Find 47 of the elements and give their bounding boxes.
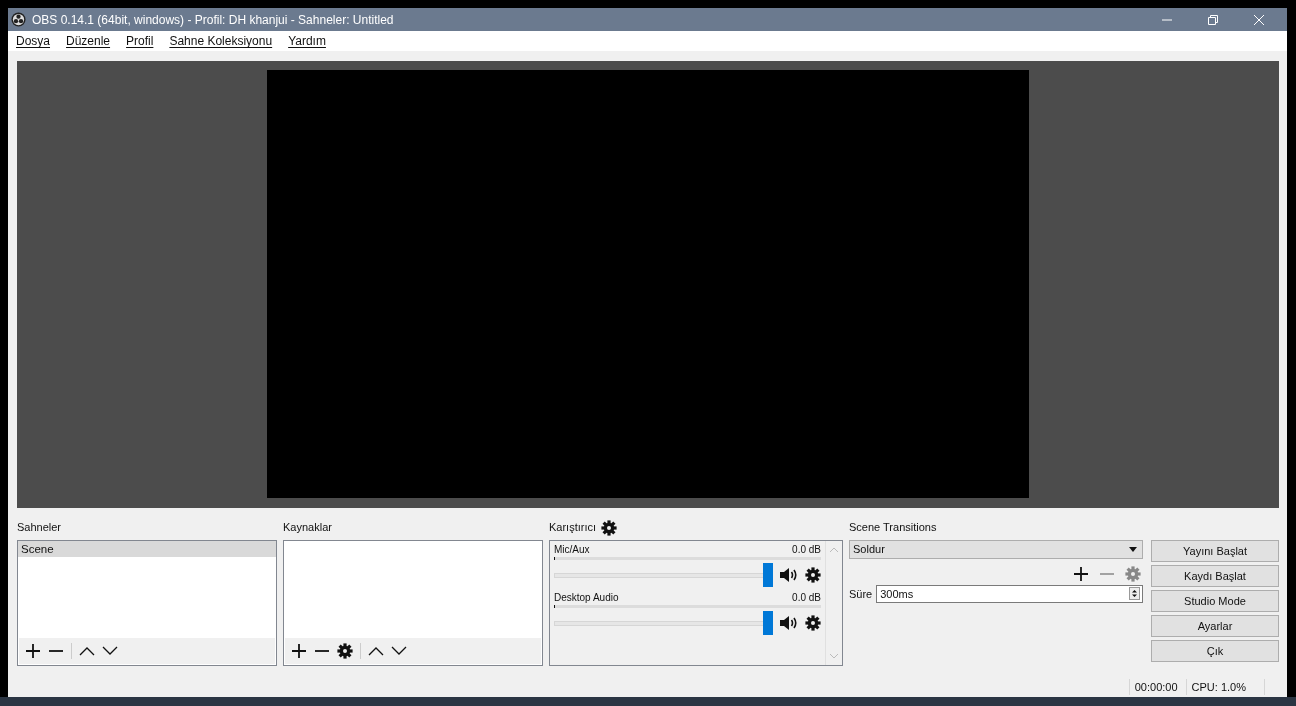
control-button[interactable]: Yayını Başlat bbox=[1151, 539, 1279, 562]
menu-item[interactable]: Düzenle bbox=[66, 34, 111, 48]
speaker-icon[interactable] bbox=[780, 566, 798, 583]
speaker-icon[interactable] bbox=[780, 614, 798, 631]
move-down-icon[interactable] bbox=[102, 645, 118, 656]
status-text: CPU: 1.0% bbox=[1185, 679, 1254, 696]
transition-dropdown[interactable]: Soldur bbox=[849, 539, 1143, 559]
settings-icon[interactable] bbox=[337, 642, 353, 659]
panel-title: Kaynaklar bbox=[283, 519, 333, 535]
channel-name: Desktop Audio bbox=[554, 591, 619, 603]
settings-icon[interactable] bbox=[805, 566, 821, 583]
panel-title: Karıştırıcı bbox=[549, 519, 597, 534]
app-logo-icon bbox=[11, 12, 26, 27]
add-icon[interactable] bbox=[25, 642, 41, 659]
control-button[interactable]: Kaydı Başlat bbox=[1151, 564, 1279, 587]
duration-label: Süre bbox=[849, 587, 873, 600]
volume-reading: 0.0 dB bbox=[792, 543, 821, 555]
status-text: 00:00:00 bbox=[1128, 679, 1186, 696]
channel-name: Mic/Aux bbox=[554, 543, 590, 555]
move-up-icon[interactable] bbox=[79, 645, 95, 656]
menu-item[interactable]: Yardım bbox=[288, 34, 326, 48]
window-title: OBS 0.14.1 (64bit, windows) - Profil: DH khanjui - Sahneler: Untitled bbox=[32, 12, 395, 27]
add-icon[interactable] bbox=[291, 642, 307, 659]
panel-title: Scene Transitions bbox=[849, 519, 938, 535]
move-up-icon[interactable] bbox=[368, 645, 384, 656]
menu-item[interactable]: Sahne Koleksiyonu bbox=[169, 34, 273, 48]
control-button[interactable]: Ayarlar bbox=[1151, 614, 1279, 637]
slider-thumb[interactable] bbox=[763, 610, 773, 635]
scene-item[interactable]: Scene bbox=[18, 540, 276, 557]
volume-reading: 0.0 dB bbox=[792, 591, 821, 603]
settings-icon[interactable] bbox=[805, 614, 821, 631]
close-icon[interactable] bbox=[1254, 14, 1264, 25]
dropdown-arrow-icon bbox=[1129, 546, 1137, 552]
panel-title: Sahneler bbox=[17, 519, 63, 535]
spinner-icon[interactable] bbox=[1129, 587, 1140, 601]
duration-field[interactable]: 300ms bbox=[876, 584, 1143, 603]
menu-item[interactable]: Dosya bbox=[16, 34, 50, 48]
menu-item[interactable]: Profil bbox=[126, 34, 154, 48]
volume-slider[interactable] bbox=[554, 610, 773, 635]
add-icon[interactable] bbox=[1073, 565, 1089, 582]
settings-icon[interactable] bbox=[601, 519, 618, 536]
slider-thumb[interactable] bbox=[763, 562, 773, 587]
control-button[interactable]: Çık bbox=[1151, 639, 1279, 662]
restore-icon[interactable] bbox=[1208, 14, 1218, 25]
control-button[interactable]: Studio Mode bbox=[1151, 589, 1279, 612]
volume-slider[interactable] bbox=[554, 562, 773, 587]
move-down-icon[interactable] bbox=[391, 645, 407, 656]
